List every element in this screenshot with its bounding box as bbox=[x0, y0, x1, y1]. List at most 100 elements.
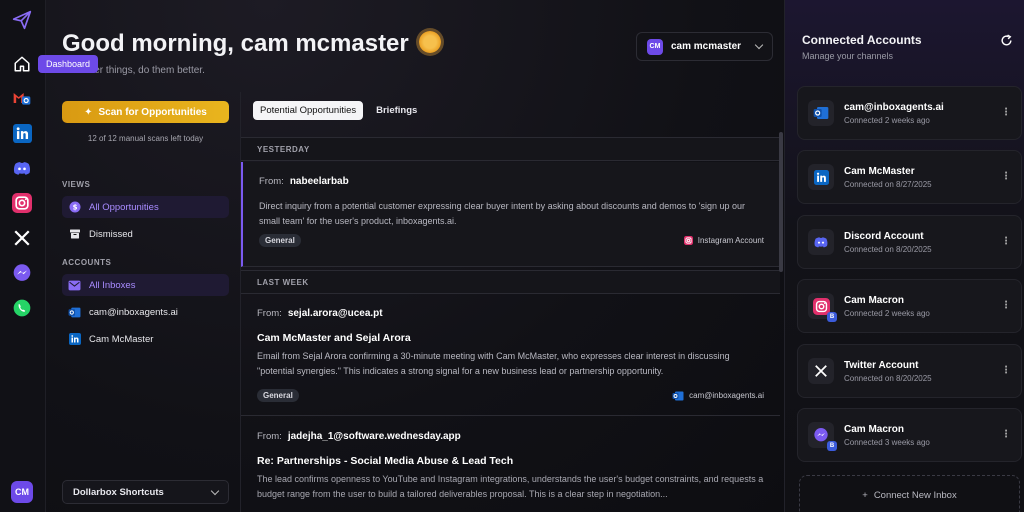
opportunity-feed: Potential Opportunities Briefings YESTER… bbox=[240, 92, 784, 512]
account-all-inboxes[interactable]: All Inboxes bbox=[62, 274, 229, 296]
x-icon bbox=[808, 358, 834, 384]
account-label: All Inboxes bbox=[89, 279, 136, 291]
opportunity-card[interactable]: From: nabeelarbab Direct inquiry from a p… bbox=[241, 162, 780, 267]
card-from: From: sejal.arora@ucea.pt bbox=[257, 308, 383, 319]
connected-account-card[interactable]: Discord Account Connected on 8/20/2025 ⋮ bbox=[797, 215, 1022, 269]
messenger-icon[interactable] bbox=[11, 262, 33, 284]
group-header-last-week: LAST WEEK bbox=[241, 270, 780, 294]
tab-briefings[interactable]: Briefings bbox=[369, 101, 424, 120]
paper-plane-logo-icon[interactable] bbox=[11, 9, 33, 31]
connected-accounts-panel: Connected Accounts Manage your channels … bbox=[784, 0, 1024, 512]
more-options-icon[interactable]: ⋮ bbox=[1001, 237, 1011, 247]
avatar[interactable]: CM bbox=[11, 481, 33, 503]
accounts-section-label: ACCOUNTS bbox=[62, 258, 112, 267]
source-label: Instagram Account bbox=[697, 236, 764, 245]
connected-account-card[interactable]: Twitter Account Connected on 8/20/2025 ⋮ bbox=[797, 344, 1022, 398]
account-label: cam@inboxagents.ai bbox=[89, 306, 178, 318]
card-sender: nabeelarbab bbox=[289, 176, 349, 187]
linkedin-icon[interactable] bbox=[11, 122, 33, 144]
card-body: Direct inquiry from a potential customer… bbox=[259, 201, 745, 226]
sparkle-icon: ✦ bbox=[84, 106, 93, 118]
x-twitter-icon[interactable] bbox=[11, 227, 33, 249]
outlook-icon bbox=[672, 391, 684, 400]
card-sender: jadejha_1@software.wednesday.app bbox=[287, 431, 461, 442]
connected-account-card[interactable]: cam@inboxagents.ai Connected 2 weeks ago … bbox=[797, 86, 1022, 140]
discord-icon[interactable] bbox=[11, 157, 33, 179]
card-body: Email from Sejal Arora confirming a 30-m… bbox=[257, 351, 730, 376]
card-body: The lead confirms openness to YouTube an… bbox=[257, 474, 764, 499]
chevron-down-icon bbox=[754, 40, 764, 50]
account-name: Discord Account bbox=[844, 230, 924, 242]
feed-tabs: Potential Opportunities Briefings bbox=[253, 101, 424, 120]
feed-scrollbar[interactable] bbox=[779, 132, 783, 272]
more-options-icon[interactable]: ⋮ bbox=[1001, 301, 1011, 311]
panel-subtitle: Manage your channels bbox=[802, 51, 894, 61]
refresh-icon[interactable] bbox=[1000, 34, 1014, 48]
account-name: Twitter Account bbox=[844, 359, 919, 371]
account-cam-inboxagents[interactable]: cam@inboxagents.ai bbox=[62, 301, 229, 323]
business-badge: B bbox=[827, 312, 837, 322]
source-label: cam@inboxagents.ai bbox=[689, 391, 764, 400]
more-options-icon[interactable]: ⋮ bbox=[1001, 366, 1011, 376]
card-from: From: nabeelarbab bbox=[259, 176, 349, 187]
home-icon[interactable] bbox=[11, 53, 33, 75]
card-source: cam@inboxagents.ai bbox=[672, 390, 764, 402]
more-options-icon[interactable]: ⋮ bbox=[1001, 172, 1011, 182]
main-area: Good morning, cam mcmaster Do better thi… bbox=[46, 0, 784, 512]
instagram-icon bbox=[683, 236, 693, 245]
card-title: Cam McMaster and Sejal Arora bbox=[257, 332, 411, 344]
account-label: Cam McMaster bbox=[89, 333, 154, 345]
card-footer: General Instagram Account bbox=[259, 234, 764, 247]
account-meta: Connected on 8/20/2025 bbox=[844, 373, 932, 383]
shortcuts-label: Dollarbox Shortcuts bbox=[73, 486, 164, 498]
connected-account-card[interactable]: Cam McMaster Connected on 8/27/2025 ⋮ bbox=[797, 150, 1022, 204]
account-meta: Connected on 8/20/2025 bbox=[844, 244, 932, 254]
connect-label: Connect New Inbox bbox=[873, 489, 957, 501]
instagram-icon: B bbox=[808, 293, 837, 322]
connected-account-card[interactable]: B Cam Macron Connected 3 weeks ago ⋮ bbox=[797, 408, 1022, 462]
greeting-text: Good morning, cam mcmaster bbox=[62, 30, 409, 57]
account-cam-mcmaster[interactable]: Cam McMaster bbox=[62, 328, 229, 350]
more-options-icon[interactable]: ⋮ bbox=[1001, 430, 1011, 440]
user-avatar: CM bbox=[647, 38, 663, 55]
connect-new-inbox-button[interactable]: + Connect New Inbox bbox=[799, 475, 1020, 512]
discord-icon bbox=[808, 229, 834, 255]
plus-icon: + bbox=[862, 489, 868, 501]
opportunity-card[interactable]: From: jadejha_1@software.wednesday.app Re… bbox=[241, 418, 780, 512]
account-meta: Connected on 8/27/2025 bbox=[844, 179, 932, 189]
business-badge: B bbox=[827, 441, 837, 451]
dollar-coin-icon: $ bbox=[68, 201, 81, 214]
group-header-yesterday: YESTERDAY bbox=[241, 137, 780, 161]
more-options-icon[interactable]: ⋮ bbox=[1001, 108, 1011, 118]
page-title: Good morning, cam mcmaster bbox=[62, 30, 441, 58]
whatsapp-icon[interactable] bbox=[11, 297, 33, 319]
user-dropdown[interactable]: CM cam mcmaster bbox=[636, 32, 773, 61]
card-sender: sejal.arora@ucea.pt bbox=[287, 308, 383, 319]
category-tag: General bbox=[257, 389, 299, 402]
archive-icon bbox=[68, 228, 81, 241]
outlook-icon bbox=[808, 100, 834, 126]
view-all-opportunities[interactable]: $ All Opportunities bbox=[62, 196, 229, 218]
svg-text:$: $ bbox=[72, 204, 77, 212]
view-label: Dismissed bbox=[89, 228, 133, 240]
dashboard-tooltip: Dashboard bbox=[38, 55, 99, 73]
chevron-down-icon bbox=[210, 486, 220, 495]
opportunity-card[interactable]: From: sejal.arora@ucea.pt Cam McMaster an… bbox=[241, 295, 780, 416]
shortcuts-dropdown[interactable]: Dollarbox Shortcuts bbox=[62, 480, 229, 504]
card-title: Re: Partnerships - Social Media Abuse & … bbox=[257, 455, 514, 467]
tab-potential-opportunities[interactable]: Potential Opportunities bbox=[253, 101, 364, 120]
connected-account-card[interactable]: B Cam Macron Connected 2 weeks ago ⋮ bbox=[797, 279, 1022, 333]
scan-quota-note: 12 of 12 manual scans left today bbox=[87, 134, 204, 143]
account-meta: Connected 3 weeks ago bbox=[844, 437, 930, 447]
view-dismissed[interactable]: Dismissed bbox=[62, 223, 229, 245]
card-footer: General cam@inboxagents.ai bbox=[257, 389, 764, 402]
messenger-icon: B bbox=[808, 422, 837, 451]
instagram-icon[interactable] bbox=[11, 192, 33, 214]
linkedin-icon bbox=[808, 164, 834, 190]
mail-icon bbox=[68, 279, 81, 292]
scan-opportunities-button[interactable]: ✦ Scan for Opportunities bbox=[62, 101, 229, 123]
gmail-outlook-icon[interactable] bbox=[11, 87, 33, 109]
panel-title: Connected Accounts bbox=[802, 33, 922, 47]
account-name: cam@inboxagents.ai bbox=[844, 101, 944, 113]
account-meta: Connected 2 weeks ago bbox=[844, 308, 930, 318]
